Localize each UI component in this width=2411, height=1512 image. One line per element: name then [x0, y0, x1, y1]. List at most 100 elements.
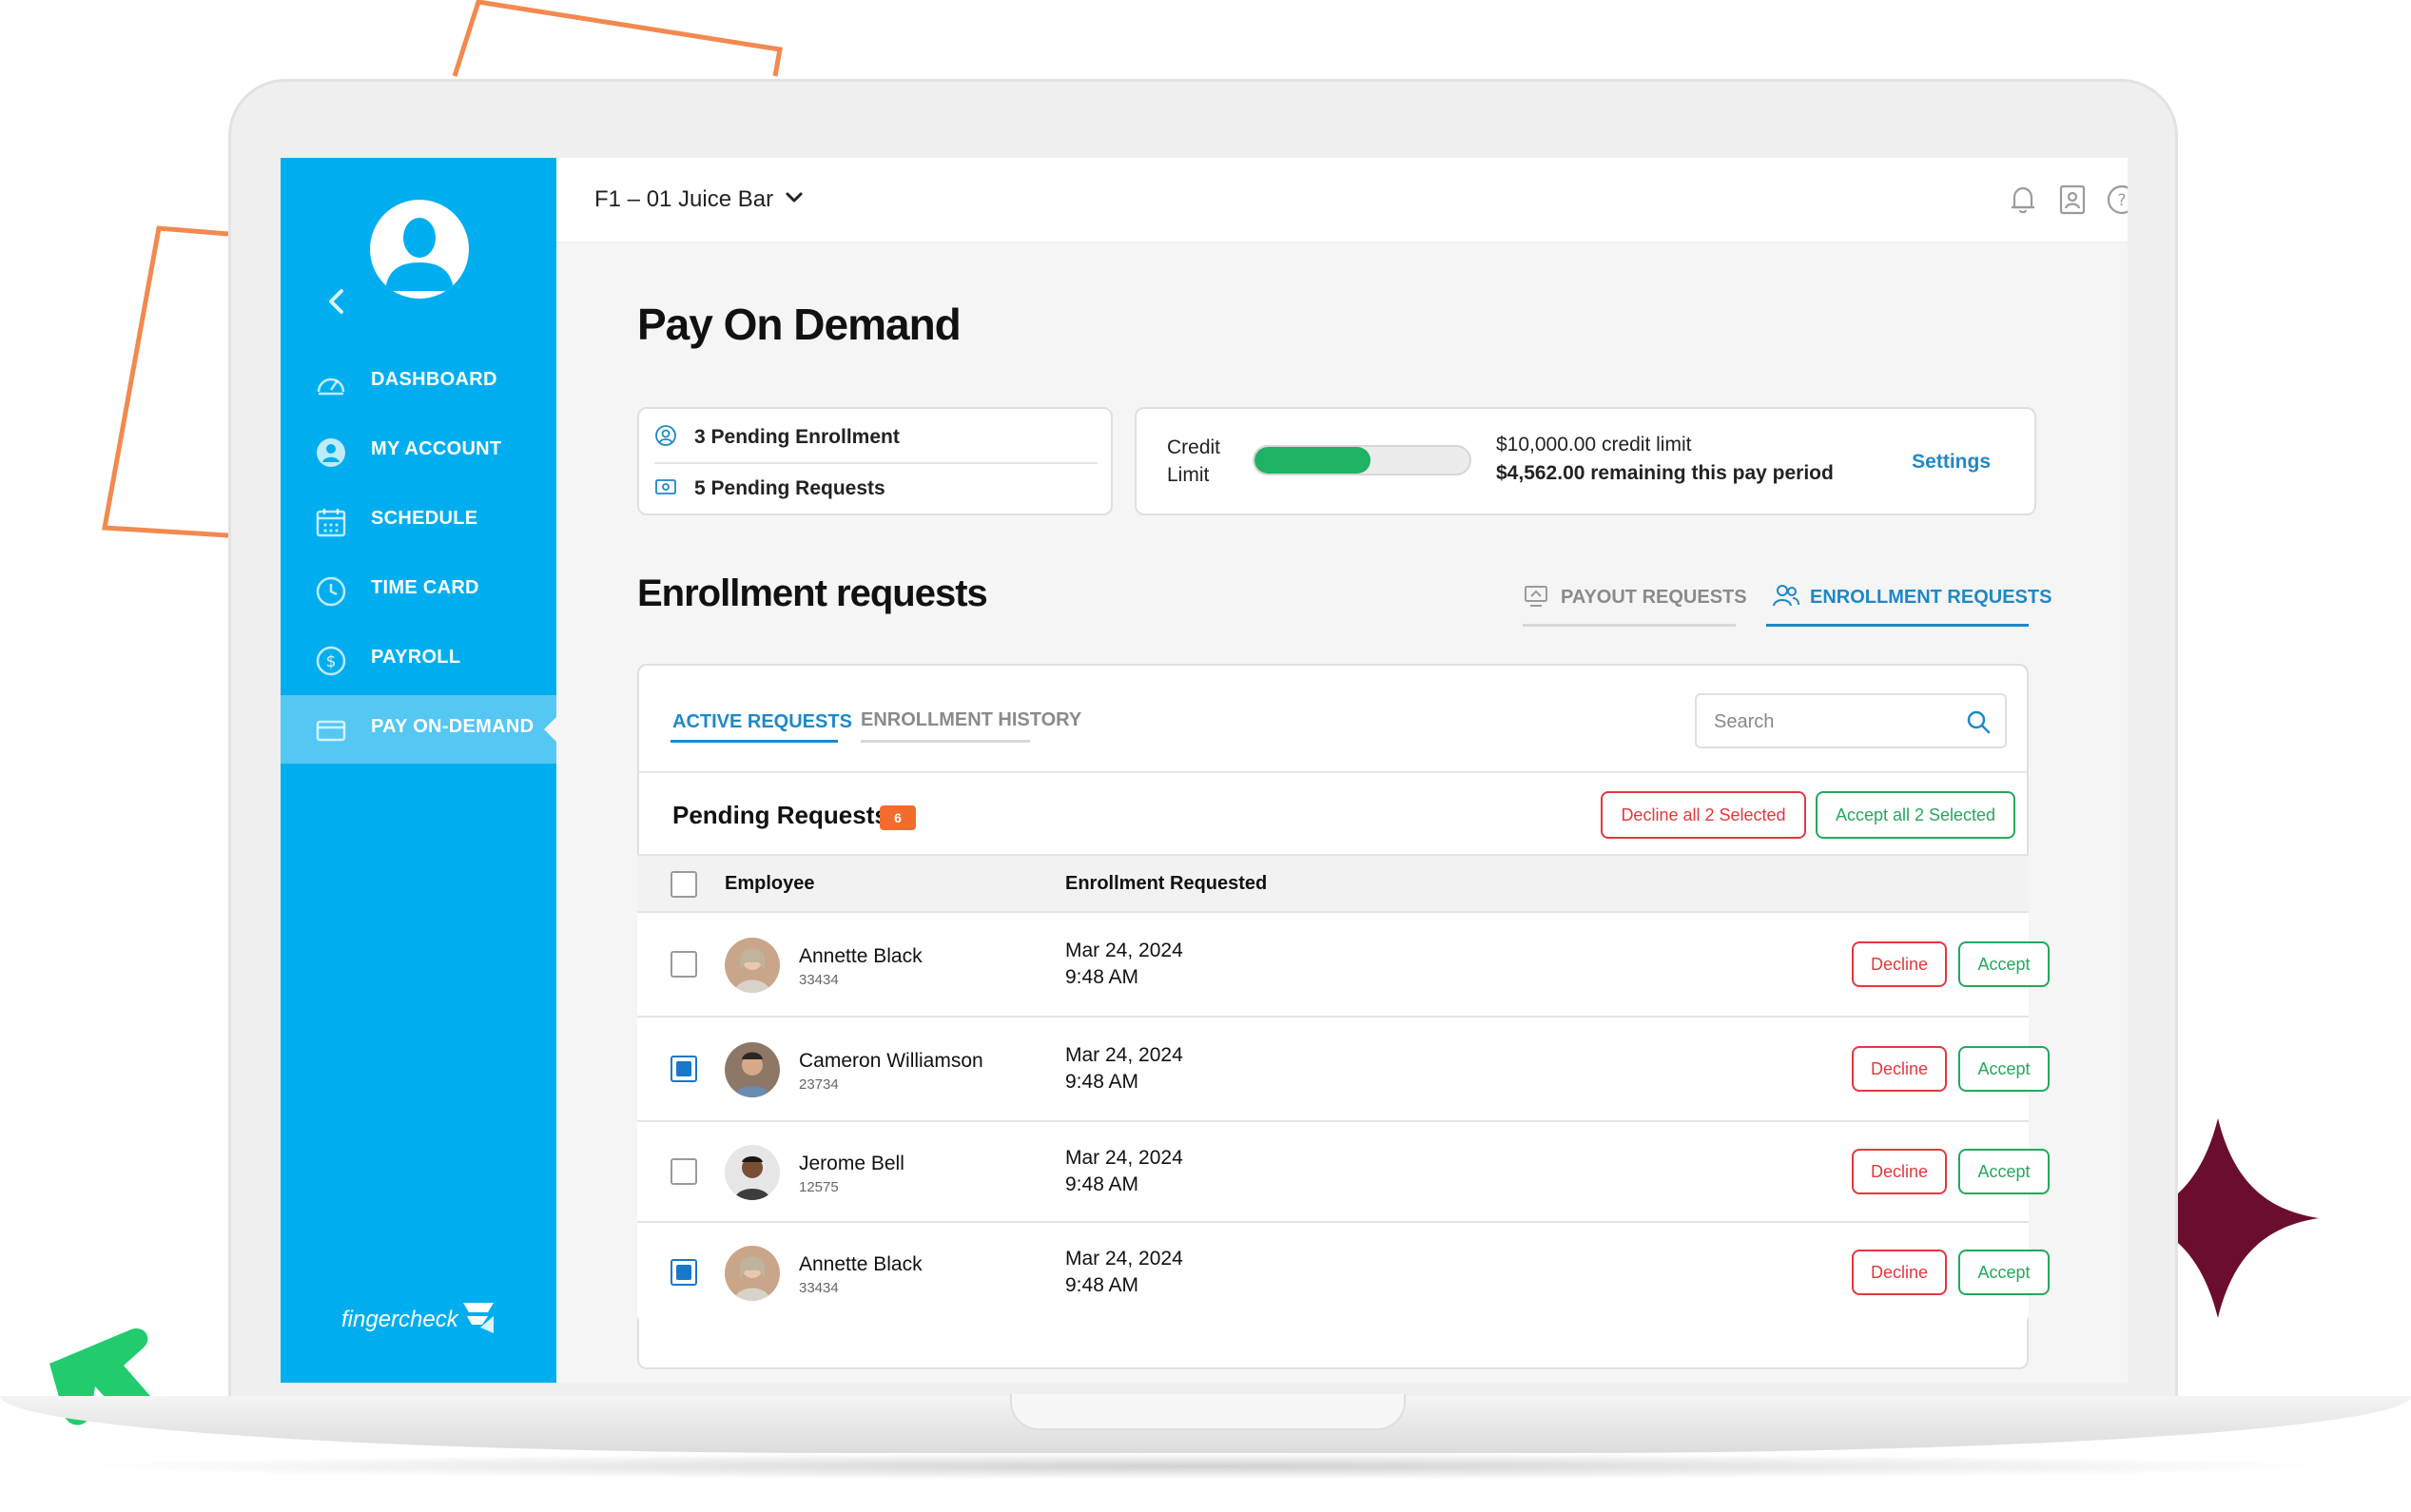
request-date: Mar 24, 2024 [1065, 1044, 1183, 1066]
credit-card-icon [316, 720, 346, 742]
employee-avatar [725, 1145, 780, 1200]
sidebar-item-label: PAY ON-DEMAND [371, 716, 535, 737]
tab-underline-payout [1523, 624, 1736, 627]
sidebar-item-label: MY ACCOUNT [371, 438, 502, 459]
credit-limit-suffix: credit limit [1601, 434, 1692, 456]
accept-all-selected-button[interactable]: Accept all 2 Selected [1816, 791, 2015, 839]
brand-wordmark: fingercheck [341, 1307, 458, 1332]
tab-enrollment-requests[interactable]: ENROLLMENT REQUESTS [1772, 582, 2051, 622]
table-row: Cameron Williamson 23734 Mar 24, 2024 9:… [637, 1018, 2050, 1122]
decline-all-selected-button[interactable]: Decline all 2 Selected [1601, 791, 1806, 839]
laptop-shadow [57, 1453, 2354, 1480]
summary-divider [654, 462, 1098, 464]
user-circle-icon [317, 438, 345, 467]
sidebar-item-label: DASHBOARD [371, 369, 497, 390]
user-silhouette-icon [385, 218, 454, 291]
tab-underline-history [861, 740, 1030, 743]
employee-id: 12575 [799, 1179, 839, 1195]
orange-outline-shape-left [102, 225, 229, 538]
decline-button[interactable]: Decline [1852, 1046, 1947, 1092]
row-checkbox[interactable] [671, 1158, 697, 1185]
row-checkbox[interactable] [671, 1056, 697, 1082]
settings-link[interactable]: Settings [1912, 451, 1991, 474]
active-indicator-notch [544, 716, 557, 743]
employee-photo-icon [725, 1042, 780, 1097]
decline-button[interactable]: Decline [1852, 1149, 1947, 1194]
speedometer-icon [317, 378, 345, 396]
request-time: 9:48 AM [1065, 966, 1139, 988]
bell-icon[interactable] [2006, 183, 2040, 217]
sidebar-item-pay-on-demand[interactable]: PAY ON-DEMAND [281, 695, 557, 764]
accept-button[interactable]: Accept [1958, 941, 2050, 987]
pending-requests-title: Pending Requests [672, 801, 888, 829]
user-avatar[interactable] [370, 200, 469, 299]
request-time: 9:48 AM [1065, 1173, 1139, 1195]
sidebar-item-schedule[interactable]: SCHEDULE [281, 487, 556, 555]
employee-name: Cameron Williamson [799, 1050, 983, 1072]
sidebar-item-label: TIME CARD [371, 577, 479, 598]
credit-remaining-value: $4,562.00 remaining this pay period [1496, 462, 1834, 484]
select-all-checkbox[interactable] [671, 871, 697, 898]
table-row: Annette Black 33434 Mar 24, 2024 9:48 AM… [637, 1223, 2050, 1324]
credit-limit-value: $10,000.00 credit limit [1496, 434, 1691, 456]
cash-icon [655, 479, 676, 494]
request-date: Mar 24, 2024 [1065, 1147, 1183, 1169]
employee-photo-icon [725, 938, 780, 993]
payout-monitor-icon [1525, 586, 1547, 607]
tab-enrollment-history[interactable]: ENROLLMENT HISTORY [861, 709, 1081, 731]
location-selector[interactable]: F1 – 01 Juice Bar [594, 186, 773, 213]
employee-photo-icon [725, 1145, 780, 1200]
table-row: Jerome Bell 12575 Mar 24, 2024 9:48 AM D… [637, 1122, 2050, 1223]
sidebar-item-my-account[interactable]: MY ACCOUNT [281, 417, 556, 486]
employee-avatar [725, 1246, 780, 1301]
request-time: 9:48 AM [1065, 1071, 1139, 1093]
request-date: Mar 24, 2024 [1065, 1248, 1183, 1270]
row-checkbox[interactable] [671, 1259, 697, 1286]
column-header-enrollment-requested[interactable]: Enrollment Requested [1065, 873, 1267, 895]
accept-button[interactable]: Accept [1958, 1149, 2050, 1194]
column-header-employee[interactable]: Employee [725, 873, 814, 895]
employee-id: 23734 [799, 1076, 839, 1093]
employee-id: 33434 [799, 972, 839, 988]
pending-count-badge: 6 [880, 805, 916, 830]
tab-active-requests[interactable]: ACTIVE REQUESTS [672, 711, 852, 733]
sidebar-item-payroll[interactable]: $ PAYROLL [281, 626, 556, 694]
collapse-chevron-left-icon[interactable] [322, 287, 351, 316]
tab-underline-enrollment [1766, 624, 2029, 627]
tab-underline-active [671, 740, 838, 743]
user-circle-outline-icon [655, 425, 676, 446]
sidebar-item-label: PAYROLL [371, 647, 461, 668]
app-screen: DASHBOARD MY ACCOUNT SCHEDULE TIME CARD … [281, 158, 2128, 1383]
sidebar: DASHBOARD MY ACCOUNT SCHEDULE TIME CARD … [281, 158, 557, 1383]
svg-text:$: $ [326, 652, 337, 671]
dollar-circle-icon: $ [316, 646, 346, 676]
credit-usage-bar-fill [1254, 447, 1371, 474]
search-icon[interactable] [1965, 708, 1992, 735]
employee-name: Jerome Bell [799, 1153, 904, 1174]
sidebar-item-dashboard[interactable]: DASHBOARD [281, 348, 556, 417]
request-time: 9:48 AM [1065, 1274, 1139, 1296]
credit-limit-amount: $10,000.00 [1496, 434, 1597, 456]
search-input[interactable] [1712, 708, 1963, 735]
employee-name: Annette Black [799, 1253, 923, 1275]
employee-avatar [725, 1042, 780, 1097]
decline-button[interactable]: Decline [1852, 941, 1947, 987]
employee-photo-icon [725, 1246, 780, 1301]
tab-payout-requests[interactable]: PAYOUT REQUESTS [1523, 582, 1747, 622]
tab-label: ENROLLMENT REQUESTS [1810, 587, 2052, 608]
accept-button[interactable]: Accept [1958, 1250, 2050, 1295]
accept-button[interactable]: Accept [1958, 1046, 2050, 1092]
section-title: Enrollment requests [637, 572, 988, 614]
employee-avatar [725, 938, 780, 993]
table-row: Annette Black 33434 Mar 24, 2024 9:48 AM… [637, 913, 2050, 1018]
pending-enrollment-count[interactable]: 3 Pending Enrollment [694, 426, 900, 449]
sidebar-item-time-card[interactable]: TIME CARD [281, 556, 556, 625]
orange-outline-shape-top [452, 0, 783, 77]
help-icon[interactable]: ? [2105, 183, 2128, 217]
chevron-down-icon[interactable] [785, 190, 804, 205]
pending-requests-count[interactable]: 5 Pending Requests [694, 477, 885, 500]
row-checkbox[interactable] [671, 951, 697, 978]
decline-button[interactable]: Decline [1852, 1250, 1947, 1295]
contact-card-icon[interactable] [2055, 183, 2090, 217]
pending-summary-card: 3 Pending Enrollment 5 Pending Requests [637, 407, 1113, 515]
